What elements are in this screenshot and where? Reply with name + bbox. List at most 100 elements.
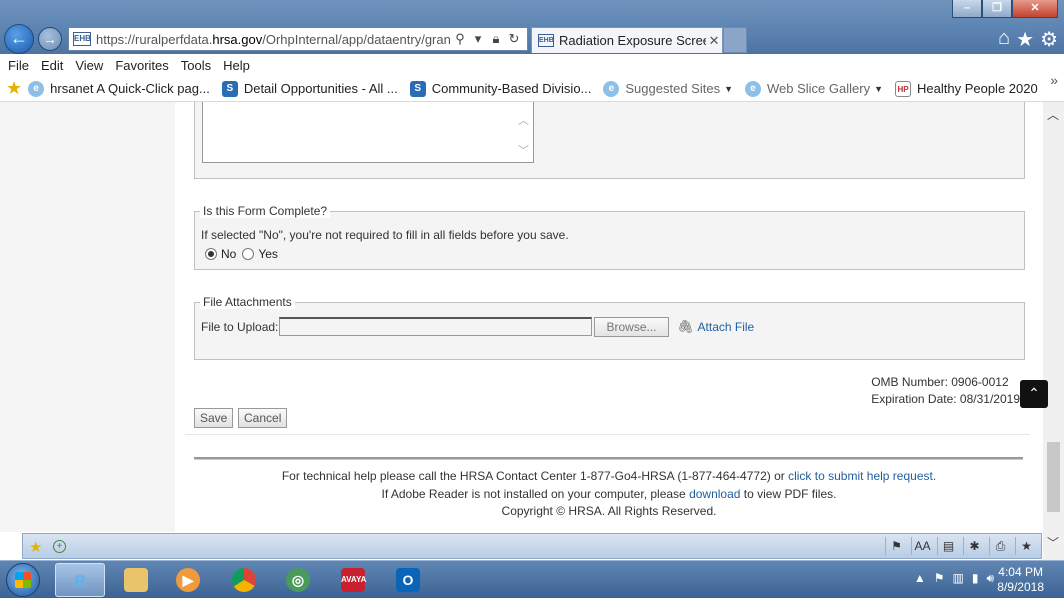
dropdown-icon[interactable]: ▾ xyxy=(469,31,487,47)
address-url[interactable]: https://ruralperfdata.hrsa.gov/OrhpInter… xyxy=(96,32,451,47)
clock-time: 4:04 PM xyxy=(998,565,1043,579)
comments-textarea[interactable]: ︿ ﹀ xyxy=(202,102,534,163)
scrollbar-thumb[interactable] xyxy=(1047,442,1060,512)
scroll-down-icon[interactable]: ﹀ xyxy=(1047,534,1059,551)
menu-help[interactable]: Help xyxy=(223,58,250,73)
taskbar-outlook[interactable]: O xyxy=(383,563,433,597)
add-page-icon[interactable]: + xyxy=(53,540,66,553)
volume-icon[interactable]: 🔊︎ xyxy=(986,571,994,586)
menu-edit[interactable]: Edit xyxy=(41,58,63,73)
taskbar-media-player[interactable]: ▶ xyxy=(163,563,213,597)
flag-icon[interactable]: ⚑ xyxy=(934,571,945,586)
radio-no[interactable] xyxy=(205,248,217,260)
save-button[interactable]: Save xyxy=(194,408,234,428)
page-scrollbar[interactable]: ︿ ﹀ xyxy=(1043,102,1064,560)
radio-no-label[interactable]: No xyxy=(221,247,236,261)
show-hidden-icons-icon[interactable]: ▲ xyxy=(914,571,926,586)
url-prefix: https://ruralperfdata. xyxy=(96,31,213,47)
taskbar-network-tool[interactable]: ◎ xyxy=(273,563,323,597)
globe-icon: ◎ xyxy=(286,568,310,592)
favorite-hrsanet[interactable]: e hrsanet A Quick-Click pag... xyxy=(28,80,210,97)
minimize-button[interactable]: – xyxy=(952,0,982,18)
system-tray: ▲ ⚑ ▥ ▮ 🔊︎ xyxy=(914,571,994,586)
file-upload-input[interactable] xyxy=(279,317,592,336)
cancel-button[interactable]: Cancel xyxy=(238,408,288,428)
taskbar-file-explorer[interactable] xyxy=(111,563,161,597)
avaya-icon: AVAYA xyxy=(341,568,366,592)
close-window-button[interactable]: ✕ xyxy=(1012,0,1058,18)
print-icon[interactable]: ⎙ xyxy=(989,537,1011,555)
file-attachments-fieldset: File Attachments File to Upload: Browse.… xyxy=(194,295,1025,360)
footer-adobe-line: If Adobe Reader is not installed on your… xyxy=(175,486,1043,504)
omb-number: OMB Number: 0906-0012 xyxy=(871,375,1009,389)
back-button[interactable]: ← xyxy=(4,24,34,54)
favorite-web-slice-gallery[interactable]: e Web Slice Gallery ▼ xyxy=(745,80,883,97)
new-tab-button[interactable] xyxy=(723,27,747,53)
search-icon[interactable]: ⚲ xyxy=(451,31,469,47)
more-favorites-chevron-icon[interactable]: » xyxy=(1050,72,1058,88)
add-favorite-star-icon[interactable]: ★ xyxy=(29,538,42,556)
menu-favorites[interactable]: Favorites xyxy=(115,58,168,73)
close-tab-icon[interactable]: ✕ xyxy=(706,33,722,49)
maximize-button[interactable]: ❐ xyxy=(982,0,1012,18)
feeds-icon[interactable]: ⚑ xyxy=(885,537,907,555)
page-left-margin xyxy=(0,102,175,532)
safety-icon[interactable]: ✱ xyxy=(963,537,985,555)
taskbar-internet-explorer[interactable]: e xyxy=(55,563,105,597)
url-domain: hrsa.gov xyxy=(212,31,263,47)
footer-adobe-prefix: If Adobe Reader is not installed on your… xyxy=(381,486,690,501)
text-size-icon[interactable]: AA xyxy=(911,537,933,555)
media-player-icon: ▶ xyxy=(176,568,200,592)
refresh-icon[interactable]: ↻ xyxy=(505,31,523,47)
radio-yes-label[interactable]: Yes xyxy=(258,247,278,261)
download-link[interactable]: download xyxy=(689,487,740,501)
footer-help-line: For technical help please call the HRSA … xyxy=(175,468,1043,486)
start-button[interactable] xyxy=(6,563,40,597)
favorite-detail-opportunities[interactable]: S Detail Opportunities - All ... xyxy=(221,80,398,97)
settings-gear-icon[interactable]: ⚙ xyxy=(1040,27,1058,52)
taskbar-avaya[interactable]: AVAYA xyxy=(328,563,378,597)
address-bar[interactable]: EHB https://ruralperfdata.hrsa.gov/OrhpI… xyxy=(68,27,528,51)
page-icon[interactable]: ▤ xyxy=(937,537,959,555)
comments-fieldset: ︿ ﹀ xyxy=(194,102,1025,179)
favorite-suggested-sites[interactable]: e Suggested Sites ▼ xyxy=(603,80,733,97)
radio-yes[interactable] xyxy=(242,248,255,260)
favorites-star-icon[interactable]: ★ xyxy=(1016,27,1034,52)
favorite-label: Community-Based Divisio... xyxy=(431,81,592,96)
menu-tools[interactable]: Tools xyxy=(181,58,211,73)
menu-file[interactable]: File xyxy=(8,58,29,73)
favorites-bar-star-icon[interactable]: ★ xyxy=(6,78,22,99)
footer-adobe-suffix: to view PDF files. xyxy=(740,486,837,501)
textarea-scroll-down-icon[interactable]: ﹀ xyxy=(518,142,529,158)
menu-view[interactable]: View xyxy=(75,58,103,73)
copyright-text: Copyright © HRSA. All Rights Reserved. xyxy=(501,504,717,518)
favorite-healthy-people[interactable]: HP Healthy People 2020 xyxy=(895,80,1038,97)
taskbar-chrome[interactable] xyxy=(219,563,269,597)
lock-icon[interactable]: 🔒︎ xyxy=(487,31,505,47)
page-viewport: ︿ ﹀ Is this Form Complete? If selected "… xyxy=(0,102,1064,560)
favorite-label: Detail Opportunities - All ... xyxy=(243,81,398,96)
form-complete-help-text: If selected "No", you're not required to… xyxy=(201,228,569,242)
tab-radiation-exposure[interactable]: EHB Radiation Exposure Screeni... ✕ xyxy=(531,27,723,53)
back-to-top-button[interactable]: ⌃ xyxy=(1020,380,1048,408)
forward-button[interactable]: → xyxy=(38,27,62,51)
taskbar-clock[interactable]: 4:04 PM 8/9/2018 xyxy=(997,565,1044,595)
windows-taskbar: e ▶ ◎ AVAYA O ▲ ⚑ ▥ ▮ 🔊︎ 4:04 PM 8/9/201… xyxy=(0,560,1064,598)
chrome-icon xyxy=(232,568,256,592)
textarea-scroll-up-icon[interactable]: ︿ xyxy=(518,112,529,128)
submit-help-request-link[interactable]: click to submit help request. xyxy=(788,469,936,483)
device-icon[interactable]: ▥ xyxy=(952,571,963,586)
attach-file-label[interactable]: Attach File xyxy=(698,320,755,334)
attach-file-link[interactable]: 🖇︎ Attach File xyxy=(677,319,754,335)
favorite-label: Web Slice Gallery xyxy=(767,81,871,96)
dropdown-caret-icon: ▼ xyxy=(874,83,883,94)
page-footer: For technical help please call the HRSA … xyxy=(175,468,1043,521)
home-icon[interactable]: ⌂ xyxy=(998,27,1010,52)
command-bar: ★ + ⚑ AA ▤ ✱ ⎙ ★ xyxy=(22,533,1042,559)
clock-date: 8/9/2018 xyxy=(997,580,1044,594)
favorite-community-based[interactable]: S Community-Based Divisio... xyxy=(409,80,592,97)
browse-button[interactable]: Browse... xyxy=(594,317,669,337)
scroll-up-icon[interactable]: ︿ xyxy=(1047,106,1059,123)
favorites-icon[interactable]: ★ xyxy=(1015,537,1037,555)
network-icon[interactable]: ▮ xyxy=(972,571,979,586)
